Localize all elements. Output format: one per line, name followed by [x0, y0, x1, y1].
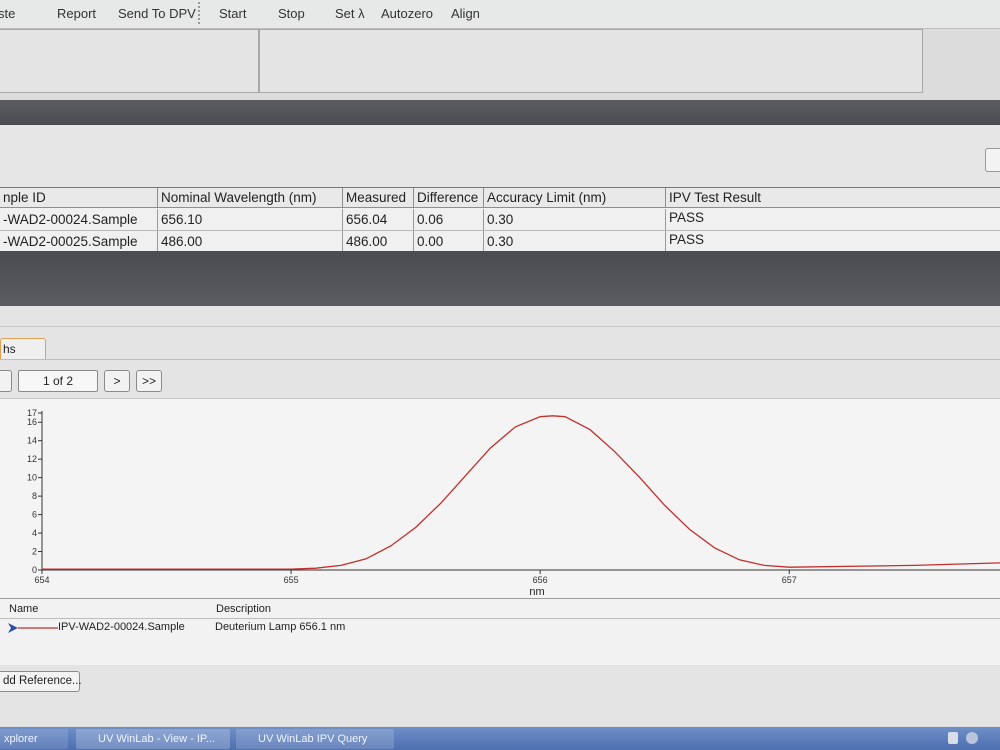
results-toolbar-area [0, 125, 1000, 187]
y-tick-label: 12 [27, 454, 37, 464]
legend-panel: Name Description IPV-WAD2-00024.Sample D… [0, 598, 1000, 665]
cell-accuracy-limit: 0.30 [484, 231, 666, 252]
toolbar: ste Report Send To DPV Start Stop Set λ … [0, 0, 1000, 29]
divider [0, 326, 1000, 327]
align-button[interactable]: Align [451, 6, 480, 21]
next-page-button[interactable]: > [104, 370, 130, 392]
column-header-measured[interactable]: Measured [343, 188, 414, 208]
column-header-sample-id[interactable]: nple ID [0, 188, 158, 208]
x-tick-label: 654 [34, 575, 49, 585]
cell-nominal-wavelength: 486.00 [158, 231, 343, 252]
method-panel-right [259, 29, 923, 93]
options-button[interactable] [985, 148, 1000, 172]
toolbar-separator [198, 2, 200, 24]
taskbar-item-explorer[interactable]: xplorer [0, 729, 68, 749]
column-header-difference[interactable]: Difference [414, 188, 484, 208]
page-indicator: 1 of 2 [18, 370, 98, 392]
y-tick-label: 17 [27, 408, 37, 418]
cell-accuracy-limit: 0.30 [484, 209, 666, 230]
tab-graphs[interactable]: hs [0, 338, 46, 360]
column-header-nominal-wavelength[interactable]: Nominal Wavelength (nm) [158, 188, 343, 208]
autozero-button[interactable]: Autozero [381, 6, 433, 21]
x-tick-label: 655 [284, 575, 299, 585]
legend-series-name: IPV-WAD2-00024.Sample [58, 621, 185, 633]
graphs-section-header [0, 251, 1000, 306]
results-table: nple ID Nominal Wavelength (nm) Measured… [0, 187, 1000, 252]
y-tick-label: 14 [27, 436, 37, 446]
start-button[interactable]: Start [219, 6, 246, 21]
method-panel-left [0, 29, 259, 93]
cell-difference: 0.00 [414, 231, 484, 252]
cell-nominal-wavelength: 656.10 [158, 209, 343, 230]
y-tick-label: 10 [27, 473, 37, 483]
taskbar-item-ipv-query[interactable]: UV WinLab IPV Query [236, 729, 394, 749]
chart-plot [42, 415, 1000, 570]
legend-description-header: Description [216, 603, 272, 615]
cell-ipv-test-result: PASS [669, 232, 705, 247]
set-lambda-button[interactable]: Set λ [335, 6, 365, 21]
cell-difference: 0.06 [414, 209, 484, 230]
y-tick-label: 4 [32, 528, 37, 538]
series-line [42, 415, 1000, 570]
top-panel [0, 29, 1000, 100]
cell-measured: 656.04 [343, 209, 414, 230]
report-button[interactable]: Report [57, 6, 96, 21]
taskbar-item-winlab-view[interactable]: UV WinLab - View - IP... [76, 729, 230, 749]
x-tick-label: 657 [782, 575, 797, 585]
cell-sample-id: -WAD2-00024.Sample [0, 209, 158, 230]
column-header-ipv-test-result[interactable]: IPV Test Result [666, 188, 1000, 208]
y-tick-label: 0 [32, 565, 37, 575]
send-to-dpv-button[interactable]: Send To DPV [118, 6, 196, 21]
legend-series-description: Deuterium Lamp 656.1 nm [215, 621, 346, 633]
stop-button[interactable]: Stop [278, 6, 305, 21]
spectrum-chart-panel: 02468101214161765465565665765nm [0, 398, 1000, 599]
cell-ipv-test-result: PASS [669, 210, 705, 225]
add-reference-button[interactable]: dd Reference... [0, 671, 82, 692]
legend-name-header: Name [9, 603, 39, 615]
x-tick-label: 656 [533, 575, 548, 585]
spectrum-chart[interactable]: 02468101214161765465565665765nm [0, 399, 1000, 599]
previous-page-button[interactable] [0, 370, 12, 392]
tray-icon[interactable] [948, 732, 958, 744]
section-header-bar [0, 100, 1000, 125]
tab-strip-line [0, 359, 1000, 360]
y-tick-label: 2 [32, 547, 37, 557]
y-tick-label: 16 [27, 417, 37, 427]
cell-measured: 486.00 [343, 231, 414, 252]
taskbar: xplorer UV WinLab - View - IP... UV WinL… [0, 727, 1000, 750]
volume-icon[interactable] [966, 732, 978, 744]
y-tick-label: 8 [32, 491, 37, 501]
series-arrow-icon [8, 623, 58, 633]
legend-row[interactable]: IPV-WAD2-00024.Sample Deuterium Lamp 656… [0, 619, 1000, 637]
paste-button[interactable]: ste [0, 6, 15, 21]
x-axis-label: nm [529, 586, 544, 598]
last-page-button[interactable]: >> [136, 370, 162, 392]
column-header-accuracy-limit[interactable]: Accuracy Limit (nm) [484, 188, 666, 208]
cell-sample-id: -WAD2-00025.Sample [0, 231, 158, 252]
y-tick-label: 6 [32, 510, 37, 520]
